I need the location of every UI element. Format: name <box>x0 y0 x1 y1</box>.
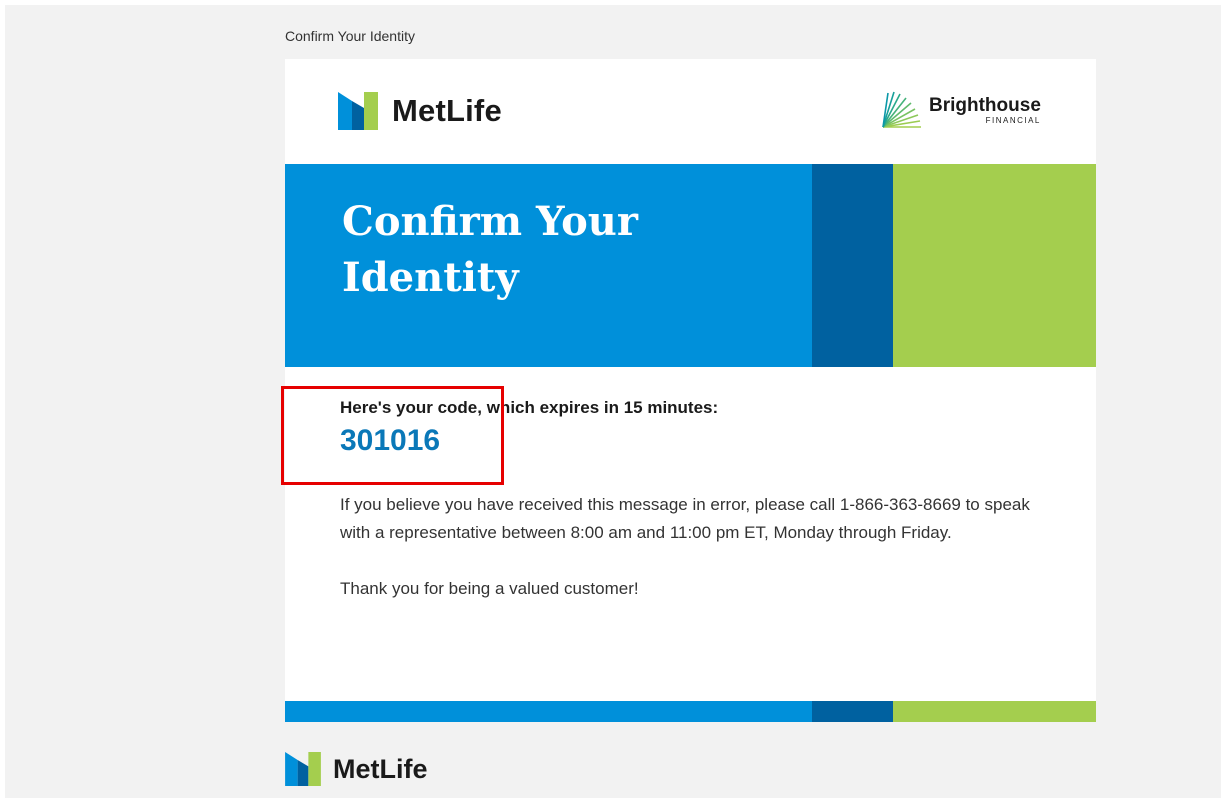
brighthouse-wordmark: Brighthouse FINANCIAL <box>929 96 1041 125</box>
email-header: MetLife Brighthouse FINANCIAL <box>285 59 1096 164</box>
hero-banner: Confirm Your Identity <box>285 164 1096 367</box>
banner-green-block <box>893 164 1096 367</box>
brighthouse-name: Brighthouse <box>929 94 1041 116</box>
metlife-logo-icon <box>338 92 378 130</box>
metlife-logo: MetLife <box>338 92 502 130</box>
banner-dark-blue-block <box>812 164 893 367</box>
footer-metlife-logo: MetLife <box>285 752 428 786</box>
code-highlight-box <box>281 386 504 485</box>
metlife-logo-icon <box>285 752 321 786</box>
brighthouse-sub: FINANCIAL <box>985 115 1041 125</box>
metlife-wordmark: MetLife <box>392 93 502 128</box>
brighthouse-logo: Brighthouse FINANCIAL <box>881 91 1041 129</box>
footer-color-bar <box>285 701 1096 722</box>
banner-title: Confirm Your Identity <box>342 198 638 301</box>
footer-bar-dark-blue <box>812 701 893 722</box>
brighthouse-logo-icon <box>882 91 921 128</box>
preheader-text: Confirm Your Identity <box>285 28 415 44</box>
error-notice-text: If you believe you have received this me… <box>340 495 1030 542</box>
footer-bar-green <box>893 701 1096 722</box>
thank-you-text: Thank you for being a valued customer! <box>340 579 639 598</box>
footer-metlife-wordmark: MetLife <box>333 753 428 784</box>
footer-bar-blue <box>285 701 812 722</box>
banner-blue-block: Confirm Your Identity <box>285 164 812 367</box>
